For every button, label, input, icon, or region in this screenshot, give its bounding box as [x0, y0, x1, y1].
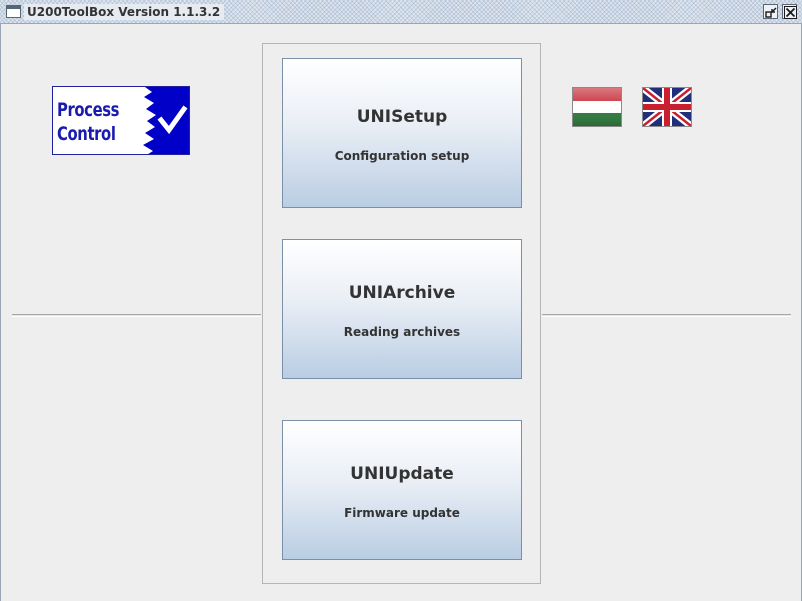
uniarchive-button[interactable]: UNIArchive Reading archives — [282, 239, 522, 379]
language-hungarian-button[interactable] — [572, 87, 622, 127]
window-title: U200ToolBox Version 1.1.3.2 — [24, 4, 225, 20]
uniupdate-button[interactable]: UNIUpdate Firmware update — [282, 420, 522, 560]
language-english-button[interactable] — [642, 87, 692, 127]
logo-text-line1: Process — [57, 99, 120, 121]
close-button[interactable] — [782, 4, 797, 19]
restore-button[interactable] — [763, 4, 778, 19]
module-subtitle: Reading archives — [343, 325, 461, 339]
separator-right — [542, 314, 791, 317]
module-title: UNIUpdate — [350, 464, 454, 484]
process-control-logo: Process Control — [52, 86, 190, 155]
module-subtitle: Configuration setup — [334, 149, 470, 163]
close-icon — [784, 6, 797, 19]
title-bar[interactable]: U200ToolBox Version 1.1.3.2 — [0, 0, 802, 24]
logo-text-line2: Control — [57, 123, 116, 145]
module-title: UNIArchive — [348, 283, 456, 303]
uk-flag-icon — [643, 88, 691, 126]
unisetup-button[interactable]: UNISetup Configuration setup — [282, 58, 522, 208]
hungarian-flag-icon — [573, 88, 621, 126]
separator-left — [12, 314, 261, 317]
module-subtitle: Firmware update — [344, 506, 460, 520]
module-title: UNISetup — [356, 107, 448, 127]
restore-icon — [765, 7, 777, 18]
app-window-icon[interactable] — [6, 5, 21, 18]
